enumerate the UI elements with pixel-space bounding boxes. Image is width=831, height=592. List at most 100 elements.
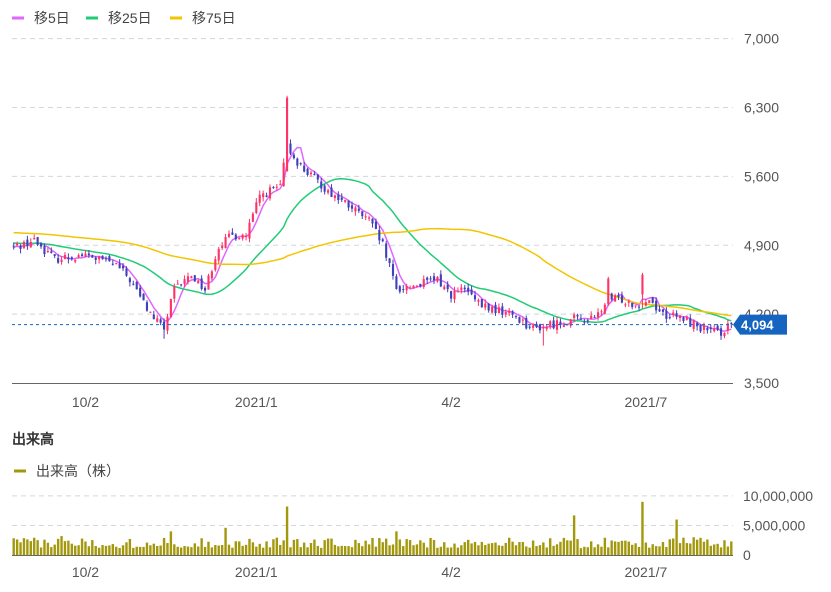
volume-bar [74, 545, 77, 555]
candle-body [658, 309, 661, 312]
volume-bar [145, 542, 149, 555]
volume-bar [46, 542, 50, 555]
candle-body [511, 311, 514, 315]
candle [26, 235, 29, 250]
candle-body [156, 318, 159, 322]
volume-bar [149, 545, 152, 555]
volume-bar [12, 538, 15, 555]
candle-body [234, 234, 237, 240]
candle [402, 284, 405, 293]
candle-body [186, 276, 190, 282]
candle-body [463, 287, 466, 290]
volume-legend[interactable]: 出来高（株） [14, 463, 120, 479]
candle-body [579, 318, 583, 320]
candle-body [337, 194, 340, 201]
candle-body [245, 235, 248, 238]
candle [176, 279, 179, 285]
volume-bar [579, 548, 583, 555]
volume-bar [169, 531, 173, 555]
candle [361, 211, 364, 219]
candle [323, 184, 326, 195]
volume-bar [668, 539, 671, 555]
candle-body [381, 239, 384, 242]
legend-item-ma25[interactable]: 移25日 [86, 10, 152, 26]
candle-body [600, 311, 603, 313]
volume-bar [542, 542, 545, 555]
volume-bar [661, 542, 665, 555]
candle [477, 298, 480, 306]
candle-body [374, 221, 377, 229]
volume-bar [627, 541, 630, 555]
candle [631, 302, 634, 310]
candle [398, 284, 401, 294]
candle [576, 313, 579, 320]
candle [135, 280, 138, 290]
candle-body [634, 305, 637, 307]
candle [118, 259, 121, 269]
candle-body [361, 211, 364, 217]
candle [200, 275, 203, 291]
candle [542, 323, 545, 346]
candle-body [678, 315, 682, 319]
candle-body [371, 218, 374, 224]
candle [224, 233, 227, 249]
candle-body [282, 162, 285, 187]
candle-body [142, 293, 145, 301]
candle-body [306, 168, 309, 175]
legend-item-ma5[interactable]: 移5日 [12, 10, 70, 26]
volume-bar [354, 539, 357, 555]
candle-body [573, 314, 576, 318]
candle [306, 167, 309, 177]
candle-body [193, 275, 196, 282]
volume-bar [685, 543, 689, 555]
volume-bar [302, 542, 306, 555]
volume-gridlines [12, 495, 733, 526]
candle-body [661, 309, 665, 312]
volume-bar [535, 546, 538, 555]
candle-body [262, 193, 265, 198]
volume-bar [261, 547, 265, 555]
volume-bar [689, 543, 692, 555]
volume-y-axis: 0 5,000,000 10,000,000 [743, 488, 813, 563]
candle-body [514, 316, 518, 318]
candle-body [391, 264, 395, 276]
volume-bar [658, 546, 661, 555]
volume-bar [214, 545, 217, 555]
volume-bar [70, 543, 73, 555]
candle [726, 319, 729, 335]
volume-bar [101, 545, 104, 555]
legend-item-ma75[interactable]: 移75日 [170, 10, 236, 26]
candle-body [545, 326, 548, 329]
volume-bar [634, 543, 637, 555]
candle [508, 307, 511, 317]
candle-body [333, 195, 336, 198]
candle-body [60, 259, 63, 263]
volume-bar [730, 541, 733, 555]
candle-body [655, 300, 658, 311]
candle-body [415, 285, 418, 287]
price-y-tick-label: 7,000 [744, 31, 779, 47]
volume-bar [709, 545, 712, 555]
candle [337, 191, 340, 204]
candle-body [286, 97, 289, 172]
volume-bar [487, 543, 490, 555]
candle [514, 315, 518, 319]
candle-body [313, 174, 316, 176]
volume-legend-label: 出来高（株） [36, 463, 120, 479]
volume-bar [501, 545, 504, 555]
candle-body [135, 281, 138, 290]
candle [104, 256, 108, 262]
candle [217, 247, 220, 264]
candle [378, 225, 381, 245]
candle-body [480, 299, 483, 308]
volume-bar [121, 545, 125, 555]
candle-body [33, 237, 36, 240]
price-legend: 移5日 移25日 移75日 [12, 10, 236, 26]
candle-body [190, 276, 193, 279]
candle [101, 255, 104, 260]
candle [436, 276, 439, 283]
candle [699, 324, 702, 333]
candle [456, 287, 459, 293]
volume-bars [12, 501, 733, 555]
volume-bar [330, 538, 333, 555]
